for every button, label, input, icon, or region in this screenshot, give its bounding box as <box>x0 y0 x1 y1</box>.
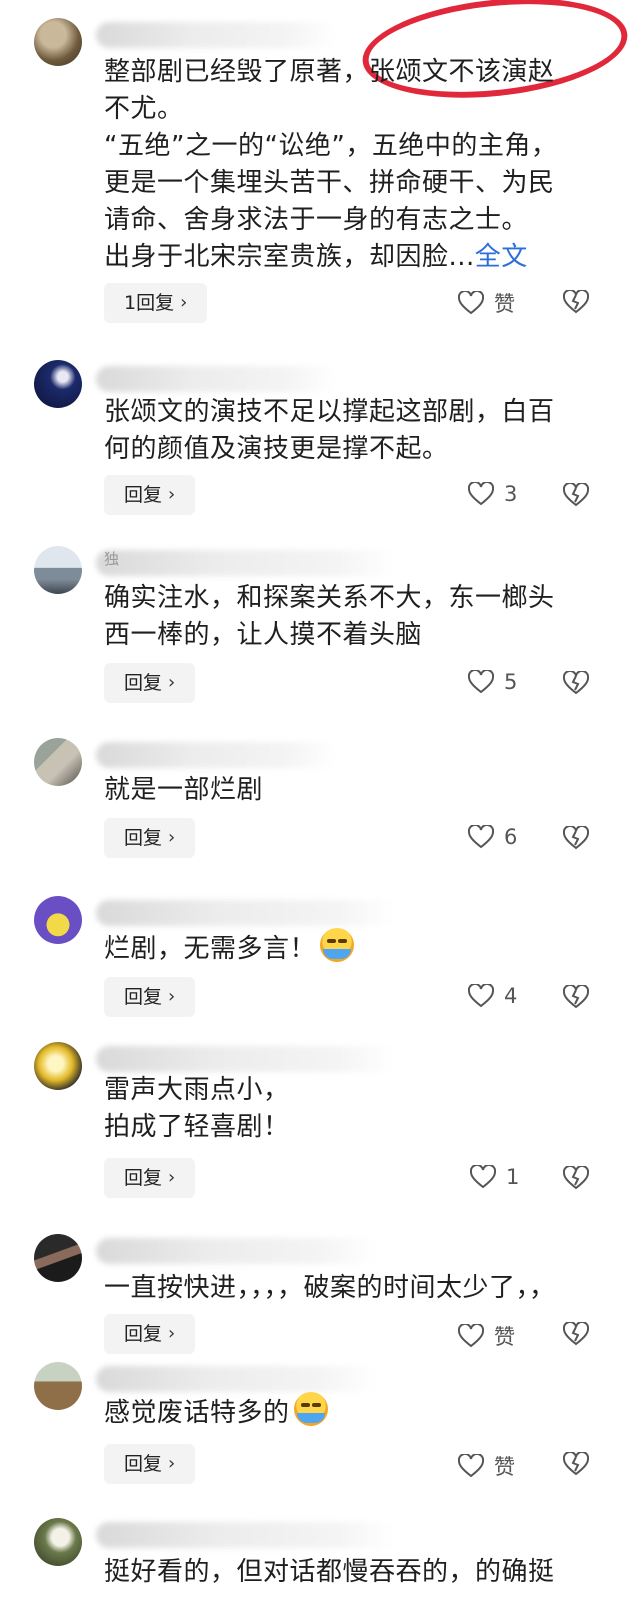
comment-text: 整部剧已经毁了原著，张颂文不该演赵 不尤。 “五绝”之一的“讼绝”，五绝中的主角… <box>104 57 558 272</box>
avatar[interactable] <box>34 896 82 944</box>
comment-item: 独 确实注水，和探案关系不大，东一榔头 西一棒的，让人摸不着头脑 回复 › 5 <box>0 538 640 718</box>
comment-text: 确实注水，和探案关系不大，东一榔头 西一棒的，让人摸不着头脑 <box>104 583 555 650</box>
broken-heart-icon[interactable] <box>562 983 590 1013</box>
like-button[interactable]: 赞 <box>458 288 515 318</box>
like-button[interactable]: 4 <box>468 984 517 1008</box>
reply-button[interactable]: 回复 › <box>104 1314 196 1354</box>
chevron-right-icon: › <box>168 1167 176 1188</box>
avatar[interactable] <box>34 1362 82 1410</box>
reply-button[interactable]: 回复 › <box>104 977 196 1017</box>
heart-icon <box>468 482 494 506</box>
chevron-right-icon: › <box>168 827 176 848</box>
expand-full-text-link[interactable]: 全文 <box>475 242 528 272</box>
chevron-right-icon: › <box>168 986 176 1007</box>
like-button[interactable]: 1 <box>470 1165 519 1189</box>
reply-button[interactable]: 回复 › <box>104 1158 196 1198</box>
heart-icon <box>468 825 494 849</box>
like-button[interactable]: 3 <box>468 482 517 506</box>
username-blurred <box>96 742 336 768</box>
username-blurred <box>96 1046 396 1072</box>
avatar[interactable] <box>34 1042 82 1090</box>
comment-item: 烂剧，无需多言！ 回复 › 4 <box>0 890 640 1030</box>
avatar[interactable] <box>34 1518 82 1566</box>
avatar[interactable] <box>34 1234 82 1282</box>
reply-button[interactable]: 回复 › <box>104 663 196 703</box>
heart-icon <box>470 1165 496 1189</box>
broken-heart-icon[interactable] <box>562 1164 590 1194</box>
username-blurred <box>96 550 396 576</box>
username-blurred <box>96 366 336 392</box>
chevron-right-icon: › <box>168 1323 176 1344</box>
comment-text: 挺好看的，但对话都慢吞吞的，的确挺 <box>104 1557 555 1587</box>
comment-text: 一直按快进，，，，破案的时间太少了，， <box>104 1273 556 1303</box>
comment-item: 张颂文的演技不足以撑起这部剧，白百 何的颜值及演技更是撑不起。 回复 › 3 <box>0 350 640 530</box>
comment-item: 挺好看的，但对话都慢吞吞的，的确挺 <box>0 1516 640 1601</box>
username-blurred <box>96 1366 376 1392</box>
comment-text: 就是一部烂剧 <box>104 775 264 805</box>
like-button[interactable]: 6 <box>468 825 517 849</box>
comment-item: 感觉废话特多的 回复 › 赞 <box>0 1358 640 1498</box>
like-button[interactable]: 赞 <box>458 1321 515 1351</box>
comment-item: 雷声大雨点小， 拍成了轻喜剧！ 回复 › 1 <box>0 1040 640 1220</box>
username-blurred <box>96 1238 376 1264</box>
comment-item: 一直按快进，，，，破案的时间太少了，， 回复 › 赞 <box>0 1228 640 1358</box>
broken-heart-icon[interactable] <box>562 288 590 318</box>
crying-laughing-emoji-icon <box>293 1392 328 1426</box>
broken-heart-icon[interactable] <box>562 1450 590 1480</box>
broken-heart-icon[interactable] <box>562 481 590 511</box>
username-blurred <box>96 22 336 48</box>
comment-item: 就是一部烂剧 回复 › 6 <box>0 732 640 872</box>
heart-icon <box>468 984 494 1008</box>
avatar[interactable] <box>34 546 82 594</box>
comment-text: 烂剧，无需多言！ <box>104 928 604 968</box>
broken-heart-icon[interactable] <box>562 824 590 854</box>
reply-button[interactable]: 回复 › <box>104 1444 196 1484</box>
username-blurred <box>96 1522 396 1548</box>
reply-button[interactable]: 回复 › <box>104 818 196 858</box>
comment-text: 感觉废话特多的 <box>104 1392 604 1432</box>
chevron-right-icon: › <box>180 292 188 313</box>
crying-laughing-emoji-icon <box>320 928 355 962</box>
username-partial: 独 <box>104 550 120 568</box>
avatar[interactable] <box>34 738 82 786</box>
reply-button[interactable]: 1回复 › <box>104 283 208 323</box>
like-button[interactable]: 赞 <box>458 1451 515 1481</box>
heart-icon <box>468 670 494 694</box>
chevron-right-icon: › <box>168 484 176 505</box>
avatar[interactable] <box>34 18 82 66</box>
reply-button[interactable]: 回复 › <box>104 475 196 515</box>
chevron-right-icon: › <box>168 1453 176 1474</box>
username-blurred <box>96 900 396 926</box>
chevron-right-icon: › <box>168 672 176 693</box>
like-button[interactable]: 5 <box>468 670 517 694</box>
comment-item: 整部剧已经毁了原著，张颂文不该演赵 不尤。 “五绝”之一的“讼绝”，五绝中的主角… <box>0 0 640 340</box>
avatar[interactable] <box>34 360 82 408</box>
broken-heart-icon[interactable] <box>562 1320 590 1350</box>
comment-text: 张颂文的演技不足以撑起这部剧，白百 何的颜值及演技更是撑不起。 <box>104 397 555 464</box>
heart-icon <box>458 291 484 315</box>
broken-heart-icon[interactable] <box>562 669 590 699</box>
heart-icon <box>458 1454 484 1478</box>
heart-icon <box>458 1324 484 1348</box>
comment-text: 雷声大雨点小， 拍成了轻喜剧！ <box>104 1075 290 1142</box>
